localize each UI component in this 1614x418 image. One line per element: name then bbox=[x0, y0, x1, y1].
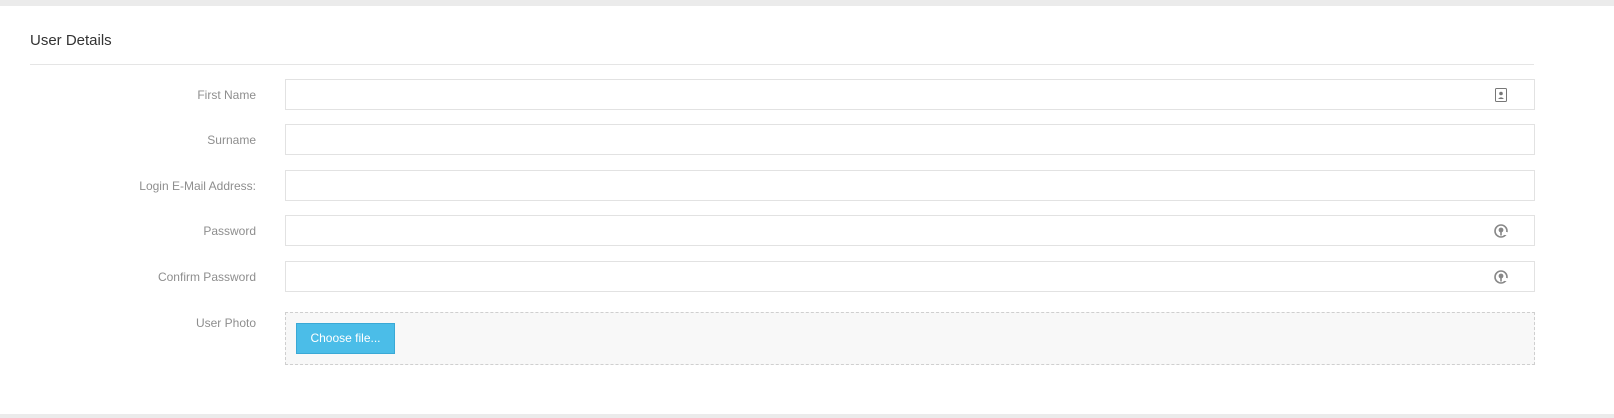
panel-divider bbox=[30, 64, 1534, 65]
confirm-password-input[interactable] bbox=[286, 262, 1534, 291]
contact-card-icon[interactable] bbox=[1493, 87, 1509, 103]
password-key-icon[interactable] bbox=[1493, 269, 1509, 285]
surname-input[interactable] bbox=[286, 125, 1534, 154]
confirm-password-field[interactable] bbox=[285, 261, 1535, 292]
email-input[interactable] bbox=[286, 171, 1534, 200]
email-label: Login E-Mail Address: bbox=[139, 179, 256, 193]
password-label: Password bbox=[203, 224, 256, 238]
first-name-label: First Name bbox=[197, 88, 256, 102]
password-key-icon[interactable] bbox=[1493, 223, 1509, 239]
surname-field[interactable] bbox=[285, 124, 1535, 155]
panel-title: User Details bbox=[30, 32, 112, 49]
first-name-input[interactable] bbox=[286, 80, 1534, 109]
password-field[interactable] bbox=[285, 215, 1535, 246]
user-details-panel: User Details First Name Surname Login E-… bbox=[0, 6, 1614, 414]
user-photo-label: User Photo bbox=[195, 316, 256, 330]
choose-file-button[interactable]: Choose file... bbox=[296, 323, 395, 354]
email-field[interactable] bbox=[285, 170, 1535, 201]
photo-dropzone[interactable]: Choose file... bbox=[285, 312, 1535, 365]
surname-label: Surname bbox=[207, 133, 256, 147]
password-input[interactable] bbox=[286, 216, 1534, 245]
first-name-field[interactable] bbox=[285, 79, 1535, 110]
confirm-password-label: Confirm Password bbox=[157, 270, 256, 284]
